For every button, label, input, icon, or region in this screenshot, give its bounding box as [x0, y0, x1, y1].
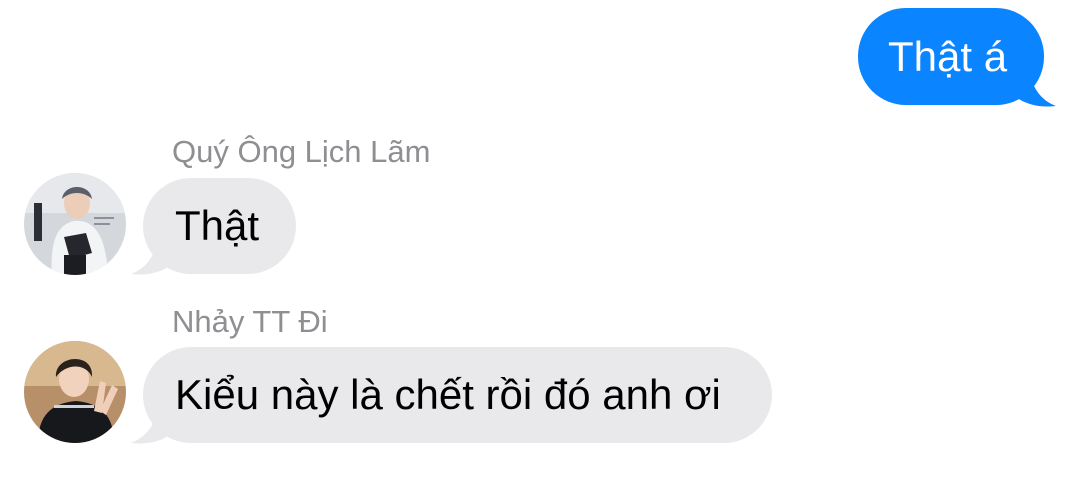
outgoing-message-text: Thật á: [888, 32, 1008, 80]
incoming-message-text: Thật: [175, 202, 260, 249]
incoming-message-bubble[interactable]: Kiểu này là chết rồi đó anh ơi: [143, 347, 772, 443]
incoming-message-bubble[interactable]: Thật: [143, 178, 296, 274]
outgoing-message-bubble[interactable]: Thật á: [858, 8, 1044, 105]
avatar[interactable]: [24, 341, 126, 443]
sender-name: Nhảy TT Đi: [172, 304, 328, 339]
avatar[interactable]: [24, 173, 126, 275]
sender-name: Quý Ông Lịch Lãm: [172, 134, 431, 169]
incoming-message-text: Kiểu này là chết rồi đó anh ơi: [175, 371, 721, 418]
